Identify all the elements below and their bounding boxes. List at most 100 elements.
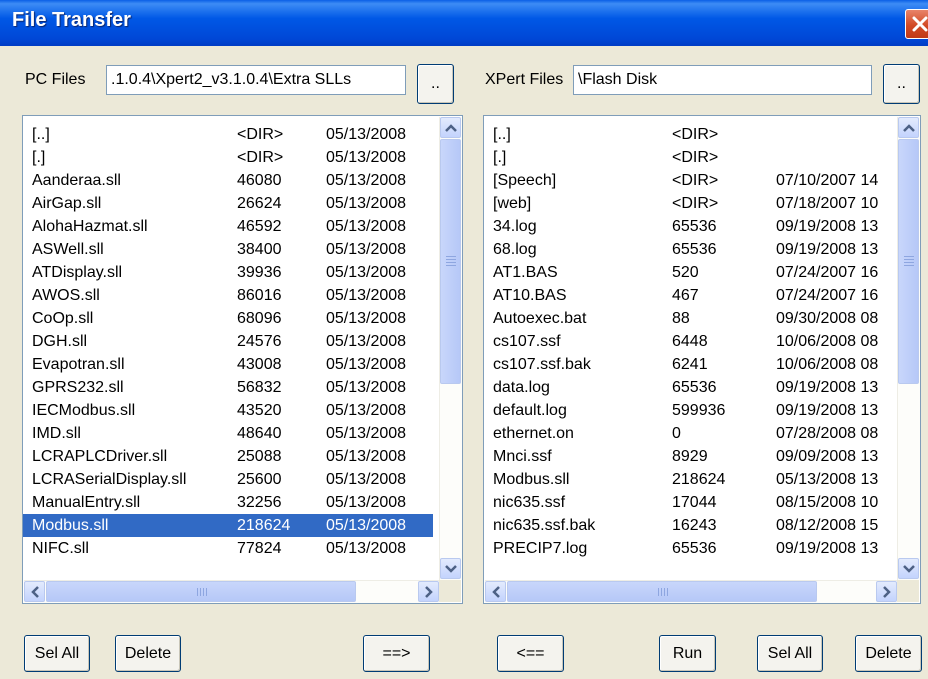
xpert-file-size: 8929 [672,448,708,465]
xpert-file-size: 17044 [672,494,717,511]
pc-file-name: AirGap.sll [32,195,102,212]
pc-file-name: NIFC.sll [32,540,89,557]
xpert-file-size: 218624 [672,471,726,488]
pc-file-row[interactable]: LCRAPLCDriver.sll 25088 05/13/2008 [23,445,433,468]
xpert-file-size: 467 [672,287,699,304]
xpert-file-row[interactable]: [.] <DIR> [484,146,894,169]
pc-file-date: 05/13/2008 [326,218,407,235]
xpert-file-list[interactable]: [..] <DIR> [.] <DIR> [Speech] <DIR> 07/10/2007… [483,115,921,604]
xpert-file-row[interactable]: [..] <DIR> [484,123,894,146]
pc-horizontal-scrollbar[interactable] [24,580,439,603]
pc-file-row[interactable]: [..] <DIR> 05/13/2008 [23,123,433,146]
pc-file-row[interactable]: AWOS.sll 86016 05/13/2008 [23,284,433,307]
xpert-scroll-corner [897,580,919,602]
xpert-delete-button[interactable]: Delete [855,635,922,672]
xpert-scroll-right-button[interactable] [876,581,897,602]
pc-path-field[interactable]: .1.0.4\Xpert2_v3.1.0.4\Extra SLLs [106,65,406,95]
xpert-scroll-down-button[interactable] [898,558,919,579]
xpert-file-name: data.log [493,379,550,396]
pc-file-name: CoOp.sll [32,310,94,327]
xpert-file-row[interactable]: AT10.BAS 467 07/24/2007 16 [484,284,894,307]
xpert-select-all-button[interactable]: Sel All [757,635,823,672]
xpert-file-name: cs107.ssf.bak [493,356,591,373]
xpert-file-date: 07/24/2007 16 [776,287,879,304]
pc-file-row[interactable]: IECModbus.sll 43520 05/13/2008 [23,399,433,422]
xpert-file-row[interactable]: cs107.ssf.bak 6241 10/06/2008 08 [484,353,894,376]
pc-file-size: 68096 [237,310,282,327]
pc-select-all-button[interactable]: Sel All [24,635,90,672]
pc-vertical-thumb[interactable] [440,139,461,384]
xpert-file-row[interactable]: 68.log 65536 09/19/2008 13 [484,238,894,261]
xpert-file-name: Mnci.ssf [493,448,552,465]
arrow-right-icon [883,586,891,598]
xpert-file-row[interactable]: ethernet.on 0 07/28/2008 08 [484,422,894,445]
xpert-file-date: 05/13/2008 13 [776,471,879,488]
transfer-to-pc-button[interactable]: <== [497,635,564,672]
pc-horizontal-thumb[interactable] [46,581,356,602]
xpert-file-row[interactable]: Modbus.sll 218624 05/13/2008 13 [484,468,894,491]
pc-file-row[interactable]: IMD.sll 48640 05/13/2008 [23,422,433,445]
xpert-file-row[interactable]: data.log 65536 09/19/2008 13 [484,376,894,399]
pc-file-date: 05/13/2008 [326,494,407,511]
pc-browse-button[interactable]: .. [417,64,454,104]
pc-file-name: [.] [32,149,46,166]
pc-file-row[interactable]: Aanderaa.sll 46080 05/13/2008 [23,169,433,192]
pc-file-date: 05/13/2008 [326,379,407,396]
pc-file-row[interactable]: Modbus.sll 218624 05/13/2008 [23,514,433,537]
pc-file-row[interactable]: AlohaHazmat.sll 46592 05/13/2008 [23,215,433,238]
pc-file-row[interactable]: ManualEntry.sll 32256 05/13/2008 [23,491,433,514]
pc-file-size: <DIR> [237,126,284,143]
pc-file-size: 48640 [237,425,282,442]
run-button[interactable]: Run [659,635,716,672]
pc-file-row[interactable]: LCRASerialDisplay.sll 25600 05/13/2008 [23,468,433,491]
pc-file-row[interactable]: ASWell.sll 38400 05/13/2008 [23,238,433,261]
xpert-file-row[interactable]: cs107.ssf 6448 10/06/2008 08 [484,330,894,353]
xpert-horizontal-scrollbar[interactable] [485,580,897,603]
xpert-file-name: ethernet.on [493,425,574,442]
pc-scroll-corner [439,580,461,602]
xpert-file-row[interactable]: nic635.ssf.bak 16243 08/12/2008 15 [484,514,894,537]
xpert-file-date: 09/19/2008 13 [776,218,879,235]
pc-file-row[interactable]: DGH.sll 24576 05/13/2008 [23,330,433,353]
pc-file-list[interactable]: [..] <DIR> 05/13/2008 [.] <DIR> 05/13/2008 Aan… [22,115,463,604]
xpert-horizontal-thumb[interactable] [507,581,817,602]
xpert-file-row[interactable]: default.log 599936 09/19/2008 13 [484,399,894,422]
pc-file-row[interactable]: ATDisplay.sll 39936 05/13/2008 [23,261,433,284]
xpert-scroll-up-button[interactable] [898,117,919,138]
title-bar[interactable]: File Transfer [0,0,928,46]
pc-delete-button[interactable]: Delete [115,635,181,672]
xpert-file-name: default.log [493,402,567,419]
xpert-scroll-left-button[interactable] [485,581,506,602]
xpert-file-row[interactable]: AT1.BAS 520 07/24/2007 16 [484,261,894,284]
close-button[interactable] [905,9,928,39]
xpert-file-row[interactable]: [Speech] <DIR> 07/10/2007 14 [484,169,894,192]
xpert-file-row[interactable]: Autoexec.bat 88 09/30/2008 08 [484,307,894,330]
xpert-vertical-scrollbar[interactable] [897,117,920,580]
pc-vertical-scrollbar[interactable] [439,117,462,580]
xpert-file-size: 6241 [672,356,708,373]
xpert-file-row[interactable]: Mnci.ssf 8929 09/09/2008 13 [484,445,894,468]
pc-file-row[interactable]: NIFC.sll 77824 05/13/2008 [23,537,433,560]
pc-file-row[interactable]: AirGap.sll 26624 05/13/2008 [23,192,433,215]
pc-file-row[interactable]: [.] <DIR> 05/13/2008 [23,146,433,169]
xpert-file-date: 07/10/2007 14 [776,172,879,189]
pc-scroll-up-button[interactable] [440,117,461,138]
transfer-to-xpert-button[interactable]: ==> [363,635,430,672]
xpert-file-row[interactable]: PRECIP7.log 65536 09/19/2008 13 [484,537,894,560]
xpert-file-row[interactable]: [web] <DIR> 07/18/2007 10 [484,192,894,215]
pc-scroll-down-button[interactable] [440,558,461,579]
pc-scroll-left-button[interactable] [24,581,45,602]
pc-file-date: 05/13/2008 [326,425,407,442]
xpert-path-field[interactable]: \Flash Disk [573,65,872,95]
pc-scroll-right-button[interactable] [418,581,439,602]
pc-file-name: AWOS.sll [32,287,100,304]
xpert-browse-button[interactable]: .. [883,64,920,104]
xpert-files-label: XPert Files [485,71,564,88]
pc-file-name: Aanderaa.sll [32,172,121,189]
pc-file-row[interactable]: GPRS232.sll 56832 05/13/2008 [23,376,433,399]
pc-file-row[interactable]: CoOp.sll 68096 05/13/2008 [23,307,433,330]
xpert-file-row[interactable]: nic635.ssf 17044 08/15/2008 10 [484,491,894,514]
xpert-vertical-thumb[interactable] [898,139,919,384]
pc-file-row[interactable]: Evapotran.sll 43008 05/13/2008 [23,353,433,376]
xpert-file-row[interactable]: 34.log 65536 09/19/2008 13 [484,215,894,238]
